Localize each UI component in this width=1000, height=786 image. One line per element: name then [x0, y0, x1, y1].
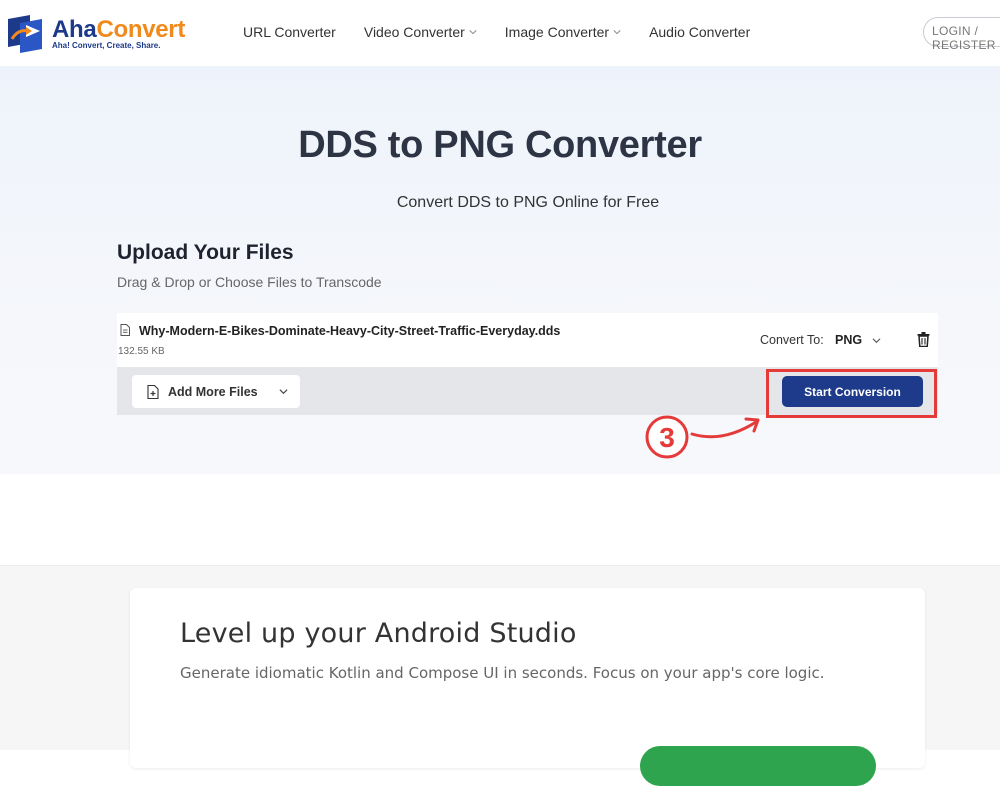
step-number: 3	[659, 422, 675, 453]
logo-name-part2: Convert	[96, 15, 186, 43]
chevron-down-icon	[613, 30, 621, 35]
file-icon	[120, 324, 130, 336]
file-size: 132.55 KB	[118, 346, 165, 357]
logo-icon	[8, 15, 42, 53]
chevron-down-icon[interactable]	[279, 387, 288, 396]
add-file-icon	[147, 384, 159, 399]
start-conversion-button[interactable]: Start Conversion	[782, 376, 923, 407]
nav-image-converter[interactable]: Image Converter	[505, 24, 621, 40]
main-nav: URL Converter Video Converter Image Conv…	[243, 24, 778, 40]
upload-subtitle: Drag & Drop or Choose Files to Transcode	[117, 274, 382, 290]
file-name: Why-Modern-E-Bikes-Dominate-Heavy-City-S…	[139, 324, 561, 338]
file-row: Why-Modern-E-Bikes-Dominate-Heavy-City-S…	[117, 313, 938, 367]
ad-subtitle: Generate idiomatic Kotlin and Compose UI…	[180, 664, 825, 682]
convert-to-label: Convert To:	[760, 333, 824, 347]
output-format-value: PNG	[835, 333, 863, 347]
logo-tagline: Aha! Convert, Create, Share.	[52, 40, 161, 50]
page-title: DDS to PNG Converter	[298, 124, 702, 166]
site-header: AhaConvert Aha! Convert, Create, Share. …	[0, 0, 1000, 66]
page-subtitle: Convert DDS to PNG Online for Free	[396, 194, 660, 211]
advertisement-section: Level up your Android Studio Generate id…	[0, 565, 1000, 786]
nav-url-converter[interactable]: URL Converter	[243, 24, 336, 40]
output-format-select[interactable]: PNG	[835, 333, 881, 347]
ad-cta-button[interactable]	[640, 746, 876, 786]
nav-label: Video Converter	[363, 24, 465, 40]
upload-title: Upload Your Files	[117, 241, 294, 264]
nav-label: Image Converter	[504, 24, 610, 40]
nav-label: URL Converter	[243, 24, 336, 40]
logo-name-part1: Aha	[52, 15, 97, 43]
login-register-button[interactable]: LOGIN / REGISTER	[923, 17, 1000, 52]
curved-arrow-icon	[690, 417, 760, 439]
step-number-badge: 3	[645, 415, 689, 459]
nav-audio-converter[interactable]: Audio Converter	[649, 24, 750, 40]
ad-title: Level up your Android Studio	[180, 618, 577, 649]
ad-card[interactable]: Level up your Android Studio Generate id…	[130, 588, 925, 786]
nav-label: Audio Converter	[649, 24, 751, 40]
add-more-files-label: Add More Files	[168, 384, 258, 399]
chevron-down-icon	[872, 337, 881, 343]
trash-icon[interactable]	[917, 332, 930, 347]
chevron-down-icon	[469, 30, 477, 35]
add-more-files-button[interactable]: Add More Files	[132, 375, 300, 408]
nav-video-converter[interactable]: Video Converter	[364, 24, 477, 40]
site-logo[interactable]: AhaConvert Aha! Convert, Create, Share.	[6, 11, 206, 55]
